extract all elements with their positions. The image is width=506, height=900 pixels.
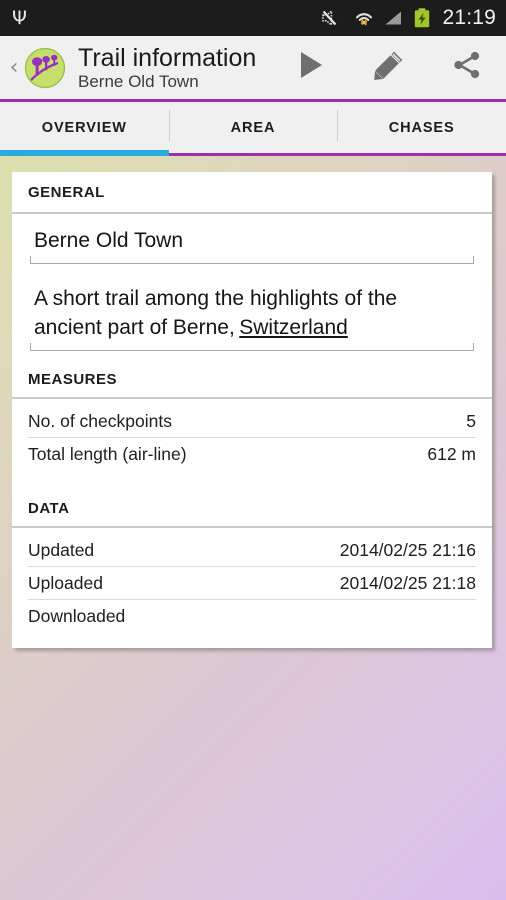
measures-row-1-key: Total length (air-line): [28, 444, 187, 464]
table-row: Uploaded 2014/02/25 21:18: [28, 567, 476, 600]
status-bar: Ψ 21:19: [0, 0, 506, 36]
trail-description-input[interactable]: A short trail among the highlights of th…: [30, 284, 474, 351]
general-fields: Berne Old Town A short trail among the h…: [12, 214, 492, 351]
data-row-2-key: Downloaded: [28, 606, 126, 626]
action-bar: ‹ Trail information Berne Old Town: [0, 36, 506, 102]
table-row: Downloaded: [28, 600, 476, 632]
section-header-data-label: DATA: [28, 500, 70, 517]
data-row-1-value: 2014/02/25 21:18: [339, 573, 476, 593]
card-bottom-padding: [12, 642, 492, 648]
section-header-general: GENERAL: [12, 172, 492, 214]
section-header-measures-label: MEASURES: [28, 371, 118, 388]
measures-row-0-key: No. of checkpoints: [28, 411, 172, 431]
measures-rows: No. of checkpoints 5 Total length (air-l…: [12, 399, 492, 480]
page-subtitle: Berne Old Town: [78, 71, 199, 91]
section-header-general-label: GENERAL: [28, 184, 105, 201]
tab-chases[interactable]: CHASES: [337, 102, 506, 153]
volume-muted-icon: [321, 8, 345, 28]
share-icon: [451, 49, 483, 86]
data-row-0-value: 2014/02/25 21:16: [339, 540, 476, 560]
usb-icon: Ψ: [12, 6, 27, 29]
battery-charging-icon: [412, 7, 432, 29]
data-rows: Updated 2014/02/25 21:16 Uploaded 2014/0…: [12, 528, 492, 642]
play-button[interactable]: [272, 36, 350, 99]
table-row: No. of checkpoints 5: [28, 405, 476, 438]
data-row-0-key: Updated: [28, 540, 95, 560]
table-row: Updated 2014/02/25 21:16: [28, 534, 476, 567]
measures-row-1-value: 612 m: [427, 444, 476, 464]
tab-area-label: AREA: [230, 119, 276, 136]
action-bar-buttons: [272, 36, 506, 99]
back-chevron-icon[interactable]: ‹: [4, 56, 24, 79]
pencil-icon: [372, 48, 406, 87]
action-bar-titles: Trail information Berne Old Town: [78, 44, 272, 92]
status-bar-left: Ψ: [12, 6, 321, 29]
trail-description-misspelled-word: Switzerland: [239, 316, 348, 339]
trail-name-input[interactable]: Berne Old Town: [30, 226, 474, 264]
tab-overview[interactable]: OVERVIEW: [0, 102, 169, 156]
tab-area[interactable]: AREA: [168, 102, 338, 153]
section-header-data: DATA: [12, 480, 492, 528]
status-bar-right: 21:19: [321, 6, 496, 30]
measures-row-0-value: 5: [466, 411, 476, 431]
table-row: Total length (air-line) 612 m: [28, 438, 476, 470]
tab-chases-label: CHASES: [388, 119, 455, 136]
trail-description-line-1: A short trail among the highlights of th…: [34, 287, 398, 310]
share-button[interactable]: [428, 36, 506, 99]
trail-description-line-2: ancient part of Berne,: [34, 316, 235, 339]
cellular-signal-icon: [383, 8, 405, 28]
section-header-measures: MEASURES: [12, 351, 492, 399]
status-bar-clock: 21:19: [442, 6, 496, 29]
edit-button[interactable]: [350, 36, 428, 99]
tab-bar: OVERVIEW AREA CHASES: [0, 102, 506, 156]
data-row-1-key: Uploaded: [28, 573, 103, 593]
page-title: Trail information: [78, 43, 257, 72]
trail-info-card: GENERAL Berne Old Town A short trail amo…: [12, 172, 492, 648]
trail-app-icon[interactable]: [24, 47, 66, 89]
tab-overview-label: OVERVIEW: [41, 119, 127, 136]
wifi-signal-icon: [352, 8, 376, 28]
field-spacer: [30, 264, 474, 284]
app-screen: Ψ 21:19 ‹ Trail information Berne Old To…: [0, 0, 506, 900]
content-area: GENERAL Berne Old Town A short trail amo…: [0, 156, 506, 648]
trail-name-value: Berne Old Town: [34, 229, 184, 252]
play-icon: [294, 48, 328, 87]
